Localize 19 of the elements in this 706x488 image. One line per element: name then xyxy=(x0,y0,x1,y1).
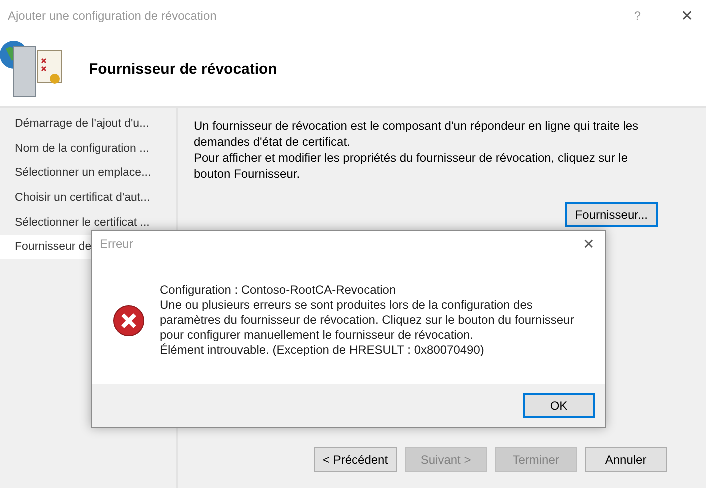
provider-button[interactable]: Fournisseur... xyxy=(565,202,658,227)
previous-button[interactable]: < Précédent xyxy=(314,447,398,472)
sidebar-item[interactable]: Sélectionner un emplace... xyxy=(0,161,176,186)
page-heading: Fournisseur de révocation xyxy=(89,60,278,78)
ok-button[interactable]: OK xyxy=(523,393,595,418)
window-title: Ajouter une configuration de révocation xyxy=(8,9,218,23)
sidebar-item[interactable]: Choisir un certificat d'aut... xyxy=(0,186,176,210)
error-message: Élément introuvable. (Exception de HRESULT : 0x80070490) xyxy=(160,343,486,358)
description-text: Un fournisseur de révocation est le composant d'un répondeur en ligne qui traite les demandes d'état de certificat. xyxy=(194,118,640,150)
error-icon xyxy=(112,304,146,338)
error-message: Une ou plusieurs erreurs se sont produites lors de la configuration des paramètres du fournisseur de révocation. Cliquez sur le bouton du fournisseur pour configurer manuellement le fournisseur de révocation. xyxy=(160,298,576,343)
close-icon[interactable]: ✕ xyxy=(681,7,694,25)
cancel-button[interactable]: Annuler xyxy=(585,447,668,472)
sidebar-item[interactable]: Démarrage de l'ajout d'u... xyxy=(0,112,176,136)
close-icon[interactable]: ✕ xyxy=(583,236,595,252)
dialog-title: Erreur xyxy=(100,237,134,251)
error-message: Configuration : Contoso-RootCA-Revocation xyxy=(160,283,398,298)
description-text: Pour afficher et modifier les propriétés du fournisseur de révocation, cliquez sur le bouton Fournisseur. xyxy=(194,150,629,182)
sidebar-item[interactable]: Nom de la configuration ... xyxy=(0,136,176,161)
